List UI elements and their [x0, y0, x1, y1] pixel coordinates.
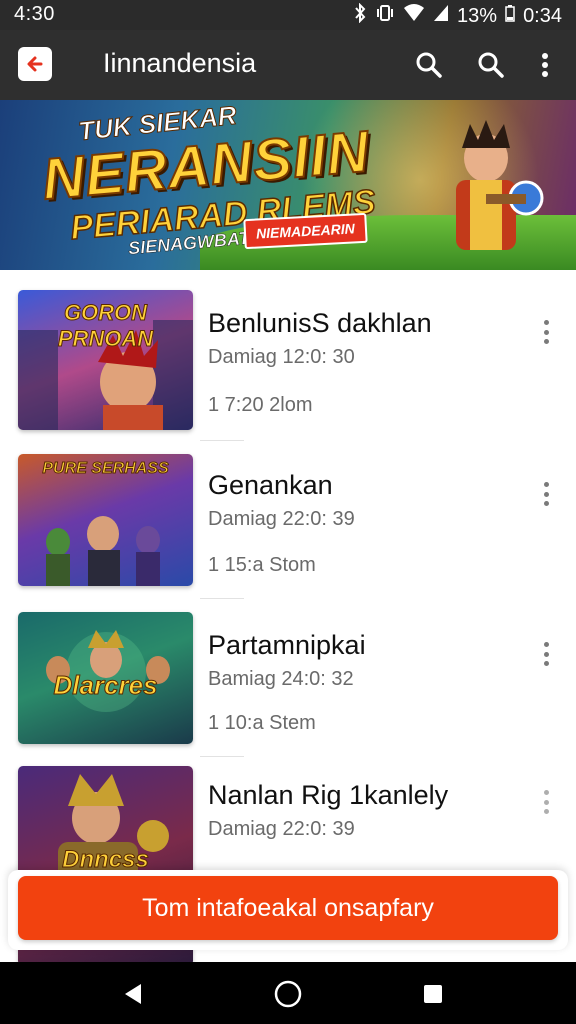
item-more-button[interactable] — [534, 638, 558, 670]
nav-home-button[interactable] — [273, 979, 303, 1009]
thumbnail-title: PURE SERHASS — [42, 460, 169, 478]
item-date: Damiag 22:0: 39 — [208, 508, 355, 530]
game-thumbnail: GORON PRNOAN — [18, 290, 193, 430]
search-icon — [416, 52, 442, 78]
item-size: 1 10:a Stem — [208, 712, 316, 734]
item-more-button[interactable] — [534, 316, 558, 348]
app-title: Iinnandensia — [103, 48, 257, 78]
wifi-icon — [403, 4, 425, 28]
overflow-menu-button[interactable] — [528, 48, 562, 82]
nav-recents-button[interactable] — [418, 979, 448, 1009]
item-date: Damiag 22:0: 39 — [208, 818, 355, 840]
item-size: 1 15:a Stom — [208, 554, 316, 576]
promo-banner[interactable]: TUK SIEKAR NERANSIIN PERIARAD RLEMS SIEN… — [0, 100, 576, 270]
item-date: Damiag 12:0: 30 — [208, 346, 355, 368]
thumbnail-title: GORON PRNOAN — [57, 300, 154, 352]
nav-back-button[interactable] — [118, 979, 148, 1009]
search-button-secondary[interactable] — [474, 48, 508, 82]
item-title: Nanlan Rig 1kanlely — [208, 780, 449, 810]
system-navigation-bar — [0, 962, 576, 1024]
banner-badge[interactable]: NIEMADEARIN — [243, 212, 368, 250]
item-more-button[interactable] — [534, 786, 558, 818]
search-icon — [478, 52, 504, 78]
app-bar: Iinnandensia — [0, 30, 576, 100]
nav-recents-icon — [424, 985, 442, 1003]
signal-icon — [433, 4, 449, 28]
list-item[interactable]: GORON PRNOAN BenlunisS dakhlan Damiag 12… — [0, 272, 576, 430]
item-title: BenlunisS dakhlan — [208, 308, 432, 338]
battery-text: 13% — [457, 4, 498, 27]
search-button[interactable] — [412, 48, 446, 82]
nav-back-icon — [125, 984, 141, 1004]
more-vert-icon — [542, 53, 548, 77]
item-size: 1 7:20 2lom — [208, 394, 313, 416]
status-time: 4:30 — [14, 3, 55, 25]
list-item[interactable]: PURE SERHASS Genankan Damiag 22:0: 39 1 … — [0, 434, 576, 590]
game-thumbnail: PURE SERHASS — [18, 454, 193, 586]
item-title: Partamnipkai — [208, 630, 366, 660]
primary-action-button[interactable]: Tom intafoeakal onsapfary — [18, 876, 558, 940]
hero-character-illustration — [456, 120, 544, 250]
vibrate-icon — [375, 3, 395, 29]
nav-home-icon — [274, 980, 302, 1008]
item-more-button[interactable] — [534, 478, 558, 510]
status-bar: 4:30 13% 0:34 — [0, 0, 576, 30]
back-arrow-icon — [27, 56, 43, 72]
bluetooth-icon — [353, 2, 367, 29]
battery-icon — [505, 4, 515, 28]
list-item[interactable]: Dlarcres Partamnipkai Bamiag 24:0: 32 1 … — [0, 594, 576, 750]
item-title: Genankan — [208, 470, 333, 500]
status-clock: 0:34 — [523, 4, 562, 27]
back-button[interactable] — [18, 47, 52, 81]
cta-container: Tom intafoeakal onsapfary — [8, 870, 568, 950]
game-thumbnail: Dlarcres — [18, 612, 193, 744]
thumbnail-title: Dlarcres — [53, 670, 158, 701]
item-date: Bamiag 24:0: 32 — [208, 668, 354, 690]
status-icons: 13% 0:34 — [353, 2, 562, 29]
